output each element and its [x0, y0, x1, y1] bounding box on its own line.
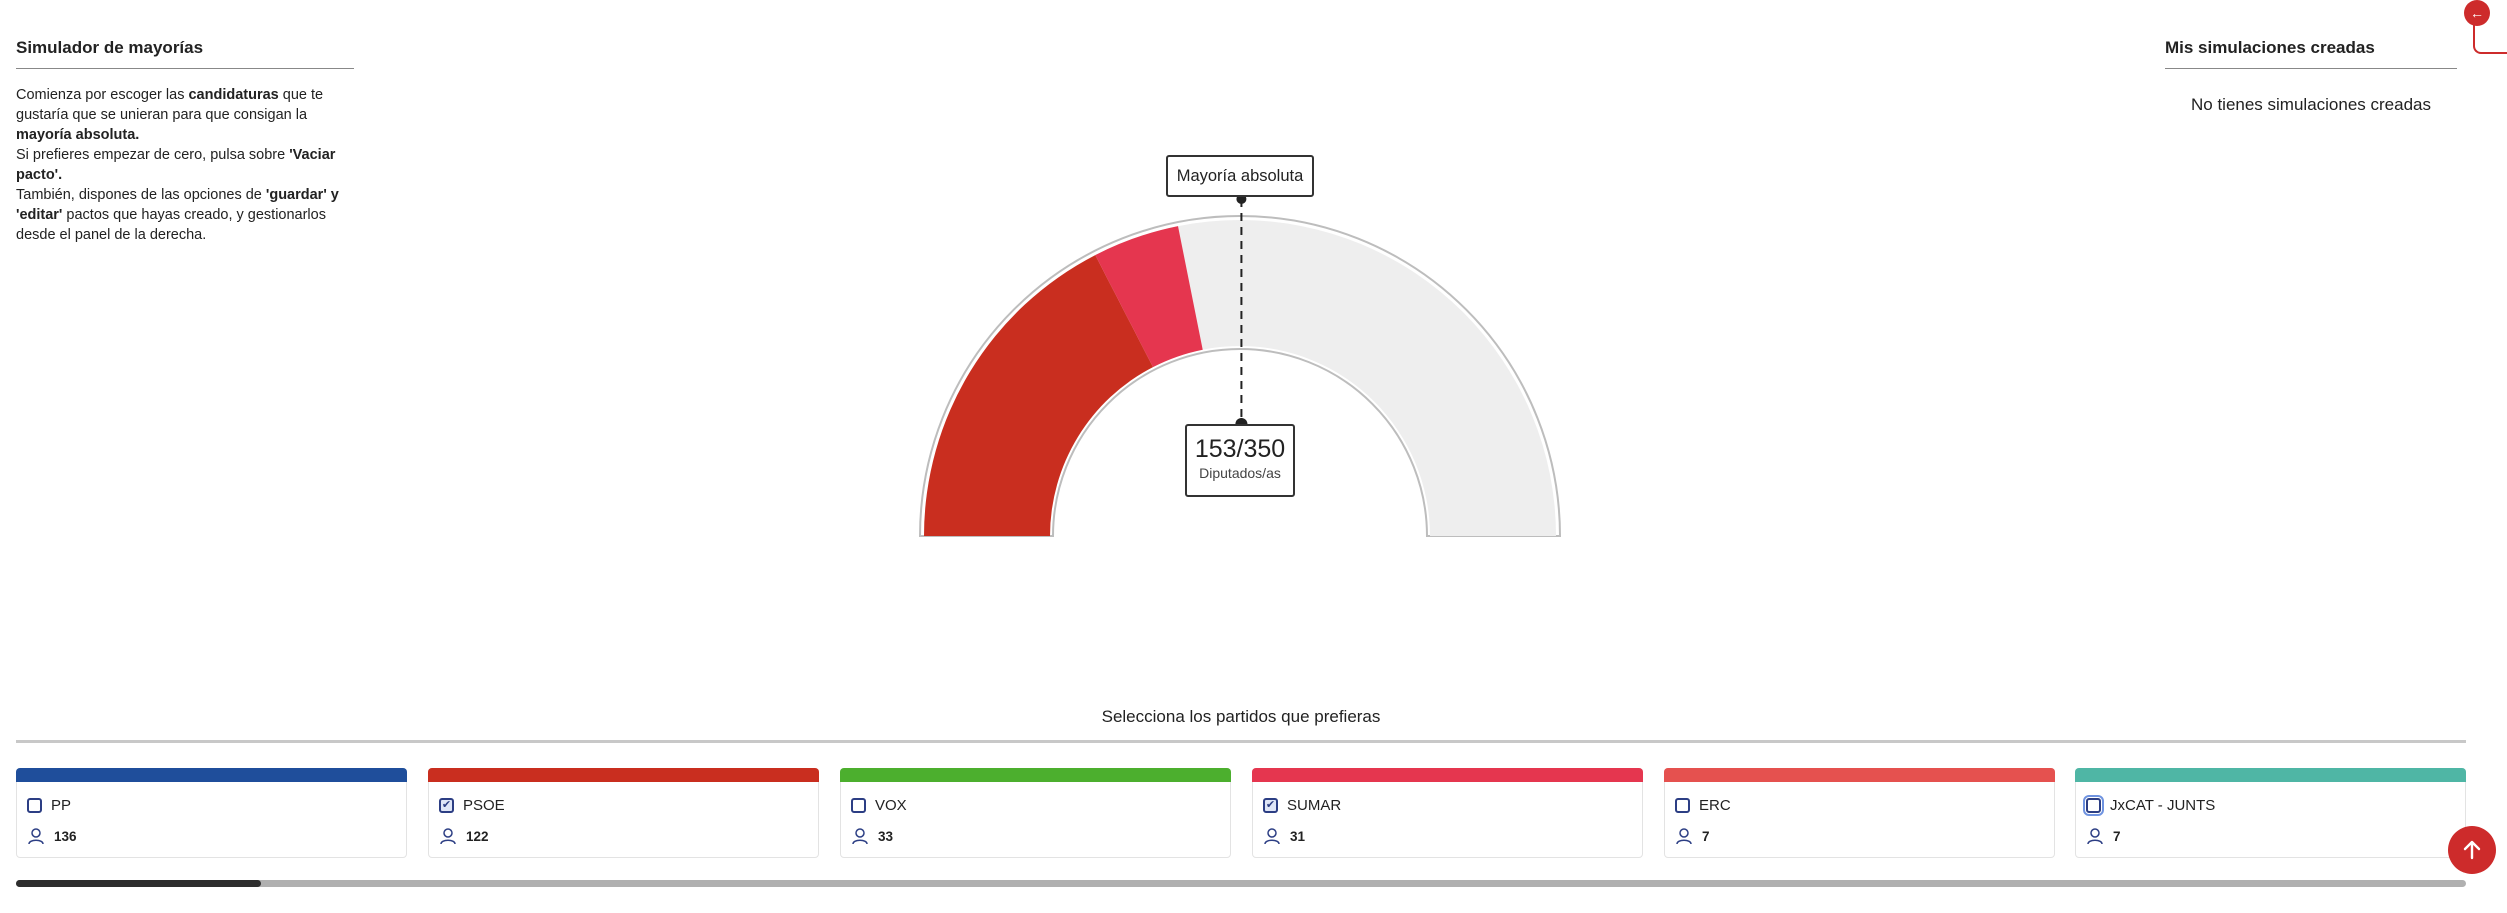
user-icon: [28, 828, 44, 845]
party-color-bar: [16, 768, 407, 782]
party-checkbox[interactable]: ✔: [439, 798, 454, 813]
seat-count-unit: Diputados/as: [1199, 465, 1281, 481]
party-card[interactable]: VOX 33: [840, 768, 1231, 858]
party-name: PSOE: [463, 797, 505, 814]
party-card[interactable]: JxCAT - JUNTS 7: [2075, 768, 2466, 858]
party-card[interactable]: ✔ SUMAR 31: [1252, 768, 1643, 858]
seat-count-box: 153/350 Diputados/as: [1185, 424, 1295, 497]
scrollbar-thumb[interactable]: [16, 880, 261, 887]
party-seats: 136: [54, 828, 77, 844]
party-color-bar: [840, 768, 1231, 782]
party-checkbox[interactable]: [2083, 795, 2104, 816]
party-color-bar: [2075, 768, 2466, 782]
party-card[interactable]: ERC 7: [1664, 768, 2055, 858]
party-color-bar: [1664, 768, 2055, 782]
arrow-up-icon: [2463, 840, 2481, 860]
party-card[interactable]: PP 136: [16, 768, 407, 858]
party-seats: 31: [1290, 828, 1306, 844]
party-checkbox[interactable]: [27, 798, 42, 813]
party-seats: 7: [2113, 828, 2121, 844]
party-seats: 33: [878, 828, 894, 844]
party-name: ERC: [1699, 797, 1731, 814]
party-selector-title: Selecciona los partidos que prefieras: [1101, 707, 1381, 726]
party-checkbox[interactable]: ✔: [1263, 798, 1278, 813]
user-icon: [440, 828, 456, 845]
party-name: JxCAT - JUNTS: [2110, 797, 2216, 814]
party-name: PP: [51, 797, 72, 814]
user-icon: [2087, 828, 2103, 845]
party-color-bar: [1252, 768, 1643, 782]
divider: [16, 740, 2466, 743]
party-name: SUMAR: [1287, 797, 1342, 814]
party-color-bar: [428, 768, 819, 782]
party-seats: 7: [1702, 828, 1710, 844]
horizontal-scrollbar[interactable]: [16, 880, 2466, 887]
user-icon: [1264, 828, 1280, 845]
user-icon: [852, 828, 868, 845]
scroll-to-top-button[interactable]: [2448, 826, 2496, 874]
party-checkbox[interactable]: [1675, 798, 1690, 813]
party-name: VOX: [875, 797, 907, 814]
party-checkbox[interactable]: [851, 798, 866, 813]
party-card[interactable]: ✔ PSOE 122: [428, 768, 819, 858]
seat-count-value: 153/350: [1194, 435, 1286, 463]
user-icon: [1676, 828, 1692, 845]
majority-label: Mayoría absoluta: [1166, 155, 1314, 197]
party-seats: 122: [466, 828, 489, 844]
